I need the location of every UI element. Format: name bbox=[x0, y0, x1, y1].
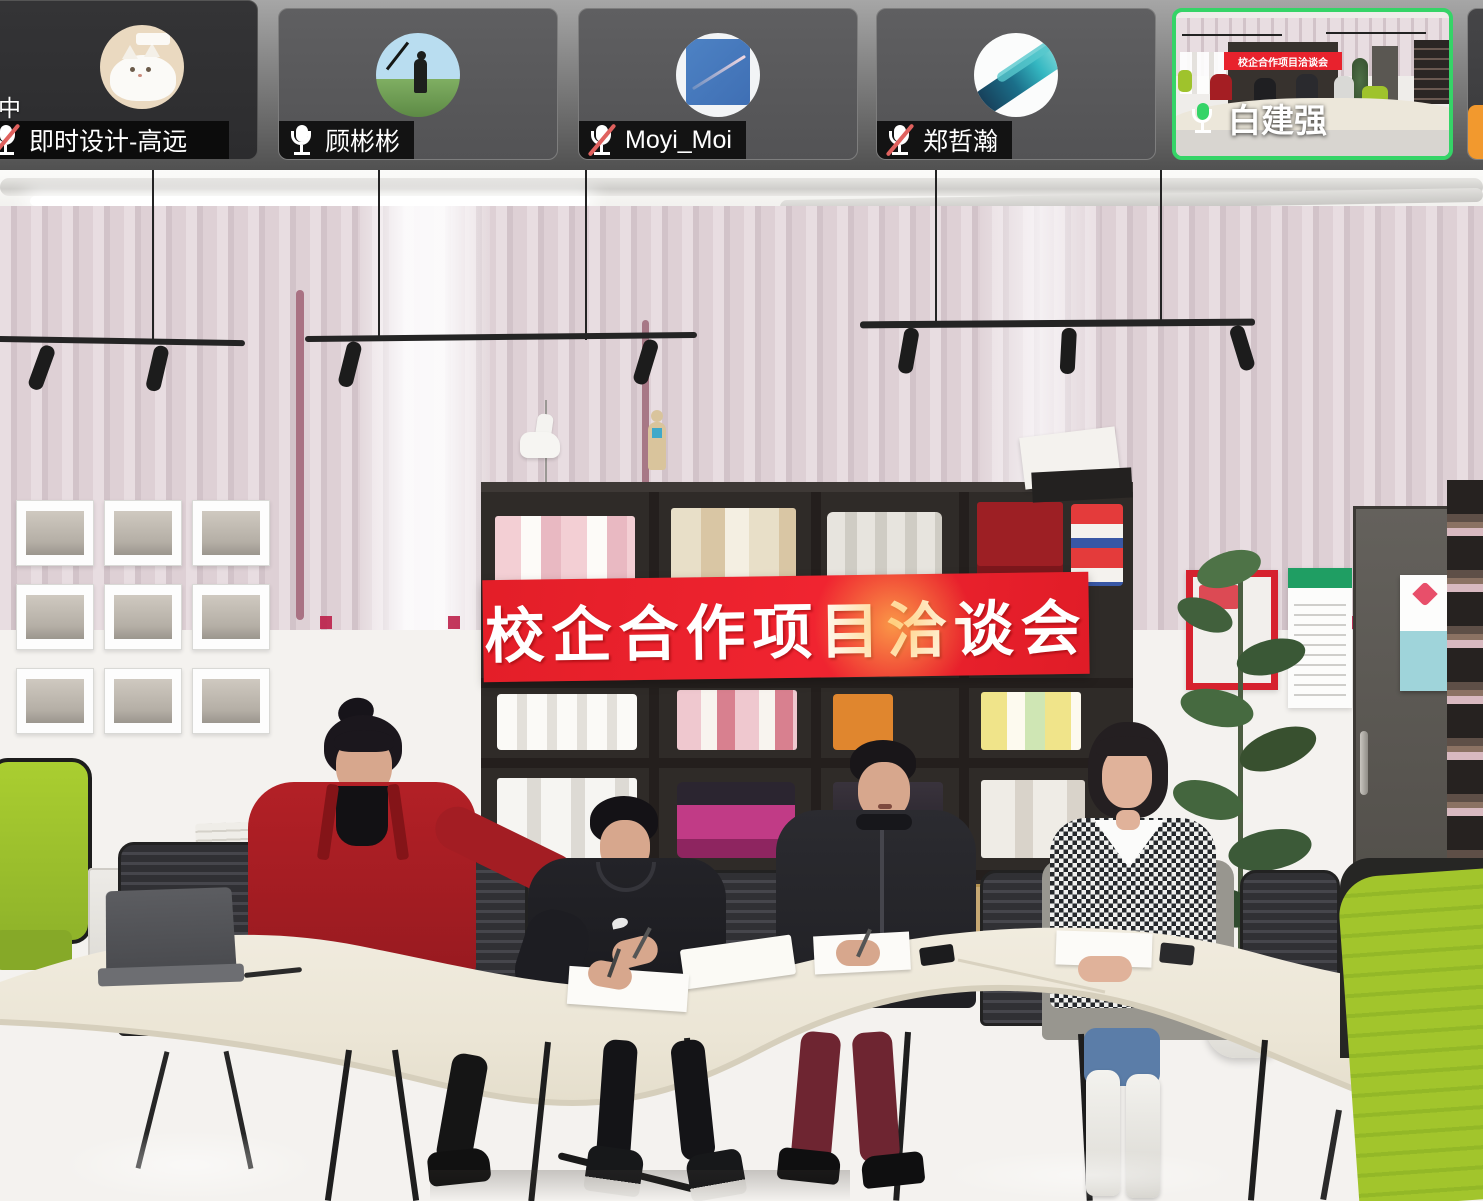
cat-eye bbox=[146, 67, 151, 72]
participant-filmstrip: 刘中 即时设计-高远 顾彬彬 bbox=[0, 0, 1483, 170]
participant-tile-4[interactable]: 郑哲瀚 bbox=[876, 8, 1156, 160]
mic-muted-icon bbox=[885, 123, 915, 157]
mini-track-light bbox=[1326, 32, 1426, 34]
participant-name: Moyi_Moi bbox=[625, 126, 732, 155]
participant-tile-1[interactable]: 刘中 即时设计-高远 bbox=[0, 0, 258, 160]
cat-ear bbox=[122, 45, 138, 59]
mini-track-light bbox=[1182, 34, 1282, 36]
overlay-text-fragment: 刘中 bbox=[0, 89, 21, 123]
floor-reflection bbox=[940, 1150, 1240, 1200]
golfer-silhouette bbox=[414, 59, 427, 93]
active-speaker-name: 白建强 bbox=[1188, 94, 1327, 142]
participant-name-bar: 即时设计-高远 bbox=[0, 121, 229, 159]
participant-tile-6-partial[interactable] bbox=[1467, 8, 1483, 160]
laptop-screen bbox=[106, 887, 237, 975]
green-chair-right-mesh bbox=[1337, 866, 1483, 1201]
participant-name: 白建强 bbox=[1228, 94, 1327, 142]
participant-name-bar: 顾彬彬 bbox=[279, 121, 414, 159]
cat-ear bbox=[144, 43, 160, 57]
avatar-golfer bbox=[376, 33, 460, 117]
mic-muted-icon bbox=[0, 123, 21, 157]
participant-tile-2[interactable]: 顾彬彬 bbox=[278, 8, 558, 160]
main-video-feed[interactable]: 校企合作项目洽谈会 bbox=[0, 170, 1483, 1201]
photo-sticker bbox=[136, 33, 170, 45]
participant-name-bar: Moyi_Moi bbox=[579, 121, 746, 159]
mini-banner: 校企合作项目洽谈会 bbox=[1224, 52, 1342, 70]
participant-name: 顾彬彬 bbox=[325, 122, 400, 158]
cat-eye bbox=[130, 67, 135, 72]
avatar-blue-square bbox=[676, 33, 760, 117]
avatar-brushstroke bbox=[974, 33, 1058, 117]
golfer-head bbox=[417, 51, 426, 60]
avatar-cat bbox=[100, 25, 184, 109]
participant-tile-3[interactable]: Moyi_Moi bbox=[578, 8, 858, 160]
participant-name-bar: 郑哲瀚 bbox=[877, 121, 1012, 159]
floor-reflection bbox=[60, 1130, 320, 1200]
avatar-orange-fragment bbox=[1468, 105, 1483, 160]
cat-nose bbox=[138, 74, 142, 77]
person-4-hands bbox=[1078, 956, 1132, 982]
mic-muted-icon bbox=[587, 123, 617, 157]
floor-shadow bbox=[430, 1170, 850, 1201]
mic-on-icon bbox=[287, 123, 317, 157]
mic-active-icon bbox=[1188, 101, 1218, 135]
mini-bookshelf bbox=[1414, 40, 1449, 104]
mini-banner-text: 校企合作项目洽谈会 bbox=[1238, 54, 1328, 69]
participant-name: 郑哲瀚 bbox=[923, 122, 998, 158]
participant-name: 即时设计-高远 bbox=[29, 122, 187, 158]
smartphone bbox=[1159, 942, 1195, 965]
participant-tile-active[interactable]: 校企合作项目洽谈会 白建强 bbox=[1172, 8, 1453, 160]
cat-body bbox=[110, 55, 176, 101]
person-3-shoe bbox=[860, 1151, 925, 1189]
golf-club bbox=[386, 42, 409, 71]
meeting-window: 刘中 即时设计-高远 顾彬彬 bbox=[0, 0, 1483, 1201]
mini-green-chair bbox=[1178, 70, 1192, 92]
